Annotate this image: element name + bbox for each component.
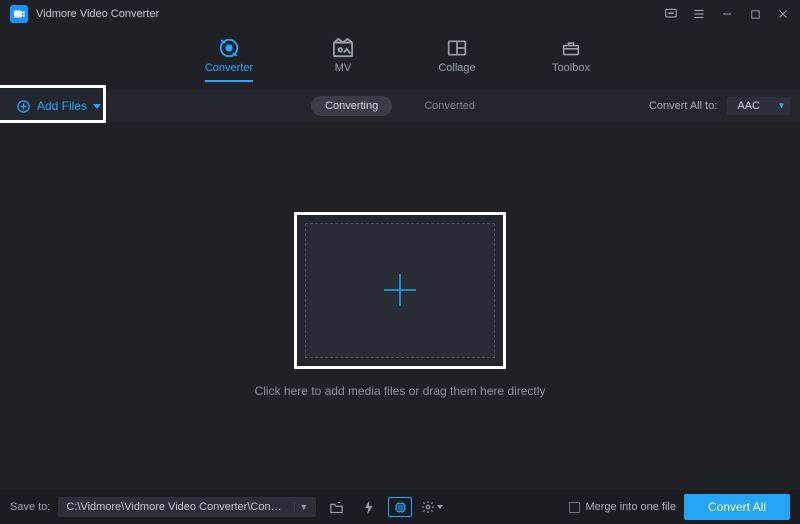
settings-button[interactable] (420, 497, 444, 517)
collage-icon (447, 38, 467, 58)
feedback-icon[interactable] (664, 7, 678, 21)
dropzone-outer (297, 215, 503, 366)
nav-tab-label: Toolbox (552, 62, 590, 74)
title-bar: Vidmore Video Converter (0, 0, 800, 28)
merge-label: Merge into one file (585, 501, 676, 513)
add-files-label: Add Files (37, 99, 87, 113)
menu-icon[interactable] (692, 7, 706, 21)
add-files-button[interactable]: Add Files (10, 97, 107, 116)
minimize-icon[interactable] (720, 7, 734, 21)
save-to-label: Save to: (10, 501, 50, 513)
app-logo-icon (10, 5, 28, 23)
segment-converting[interactable]: Converting (311, 96, 392, 116)
close-icon[interactable] (776, 7, 790, 21)
output-format-value: AAC (737, 100, 760, 112)
nav-tab-label: Converter (205, 62, 253, 74)
footer: Save to: C:\Vidmore\Vidmore Video Conver… (0, 490, 800, 524)
main-nav: Converter MV Collage Toolbox (0, 28, 800, 84)
nav-tab-mv[interactable]: MV (313, 38, 373, 74)
dropzone-hint: Click here to add media files or drag th… (255, 384, 546, 398)
merge-into-one-checkbox[interactable]: Merge into one file (569, 501, 676, 513)
hardware-accel-button[interactable] (356, 497, 380, 517)
mv-icon (332, 38, 354, 58)
save-path-value: C:\Vidmore\Vidmore Video Converter\Conve… (66, 501, 286, 513)
chevron-down-icon (93, 104, 101, 109)
chevron-down-icon: ▼ (294, 502, 308, 512)
nav-tab-toolbox[interactable]: Toolbox (541, 38, 601, 74)
main-area: Click here to add media files or drag th… (0, 122, 800, 490)
gpu-toggle-button[interactable] (388, 497, 412, 517)
checkbox-icon (569, 502, 580, 513)
segment-converted[interactable]: Converted (410, 96, 489, 116)
plus-icon (380, 270, 420, 310)
output-format-select[interactable]: AAC ▾ (727, 97, 790, 115)
app-title: Vidmore Video Converter (36, 8, 159, 20)
plus-circle-icon (16, 99, 31, 114)
nav-tab-converter[interactable]: Converter (199, 38, 259, 74)
toolbar: Add Files Converting Converted Convert A… (0, 90, 800, 122)
dropzone[interactable] (305, 223, 495, 358)
convert-all-button[interactable]: Convert All (684, 494, 790, 520)
chevron-down-icon (437, 505, 443, 509)
toolbox-icon (561, 38, 581, 58)
open-folder-button[interactable] (324, 497, 348, 517)
converter-icon (218, 38, 240, 58)
nav-tab-collage[interactable]: Collage (427, 38, 487, 74)
save-path-select[interactable]: C:\Vidmore\Vidmore Video Converter\Conve… (58, 497, 316, 517)
nav-tab-label: Collage (438, 62, 475, 74)
nav-tab-label: MV (335, 62, 352, 74)
maximize-icon[interactable] (748, 7, 762, 21)
chevron-down-icon: ▾ (779, 101, 784, 112)
convert-all-to-label: Convert All to: (649, 100, 717, 112)
